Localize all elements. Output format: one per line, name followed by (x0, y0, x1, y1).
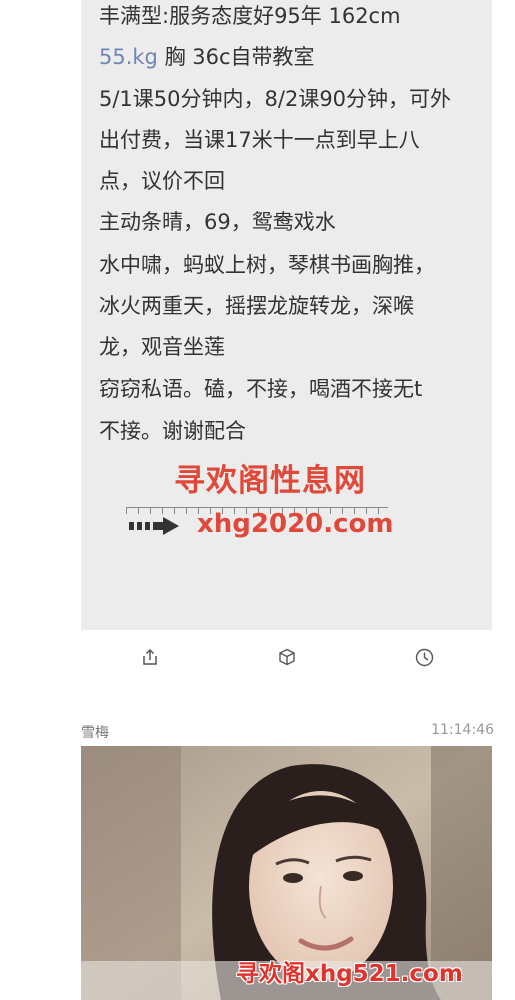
cube-button[interactable] (272, 642, 302, 672)
message-line: 丰满型:服务态度好95年 162cm (99, 4, 401, 28)
message-line: 点，议价不回 (99, 169, 225, 193)
message-line: 水中啸，蚂蚁上树，琴棋书画胸推， (99, 253, 435, 277)
message-line: 窃窃私语。磕，不接，喝酒不接无t (99, 377, 423, 401)
share-button[interactable] (135, 642, 165, 672)
message-line: 龙，观音坐莲 (99, 335, 225, 359)
post-author[interactable]: 雪梅 (81, 722, 109, 742)
message-card: 丰满型:服务态度好95年 162cm 55.kg 胸 36c自带教室 5/1课5… (81, 0, 492, 630)
message-line: 出付费，当课17米十一点到早上八 (99, 128, 420, 152)
post-time: 11:14:46 (431, 722, 494, 738)
message-line: 5/1课50分钟内，8/2课90分钟，可外 (99, 87, 452, 111)
message-text: 胸 36c自带教室 (157, 45, 315, 69)
share-icon (143, 648, 157, 665)
clock-icon (415, 648, 433, 666)
message-line: 不接。谢谢配合 (99, 419, 246, 443)
message-line: 55.kg 胸 36c自带教室 (99, 43, 315, 71)
arrow-icon (129, 517, 179, 535)
cube-icon (279, 648, 295, 666)
weight-text: 55.kg (99, 45, 158, 69)
watermark-title: 寻欢阁性息网 (174, 463, 366, 499)
watermark-bottom: 寻欢阁xhg521.com (236, 961, 463, 987)
message-line: 冰火两重天，摇摆龙旋转龙，深喉 (99, 294, 414, 318)
clock-button[interactable] (409, 642, 439, 672)
watermark-url: xhg2020.com (197, 509, 394, 539)
action-bar (81, 632, 492, 682)
message-line: 主动条晴，69，鸳鸯戏水 (99, 210, 336, 234)
